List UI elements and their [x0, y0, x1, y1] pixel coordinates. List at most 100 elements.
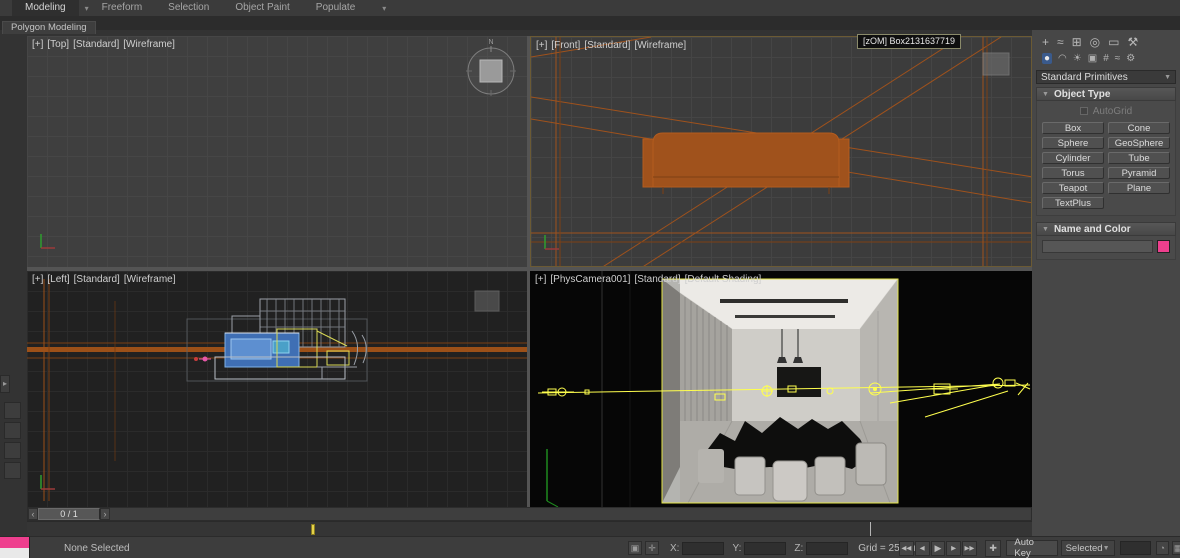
sphere-button[interactable]: Sphere: [1042, 137, 1104, 149]
go-to-start-icon[interactable]: ◀◀: [899, 541, 914, 556]
macro-recorder-line[interactable]: [0, 537, 30, 548]
auto-key-button[interactable]: Auto Key: [1006, 540, 1057, 556]
polygon-modeling-panel-tab[interactable]: Polygon Modeling: [2, 21, 96, 34]
viewport-menu-button[interactable]: [+]: [535, 274, 546, 285]
viewport-menu-button[interactable]: [+]: [536, 40, 547, 51]
ribbon-tab-selection[interactable]: Selection: [155, 0, 222, 16]
helpers-category-icon[interactable]: #: [1103, 53, 1109, 64]
display-tab-icon[interactable]: ▭: [1108, 35, 1119, 49]
ribbon-minimize-icon[interactable]: ▾: [382, 4, 386, 13]
viewport-front[interactable]: [+] [Front] [Standard] [Wireframe]: [530, 36, 1032, 267]
viewport-pov-label[interactable]: [Front]: [551, 40, 580, 51]
absolute-offset-toggle-icon[interactable]: ✛: [645, 541, 659, 555]
ribbon-tab-populate[interactable]: Populate: [303, 0, 368, 16]
systems-category-icon[interactable]: ⚙: [1126, 53, 1135, 64]
listener-line[interactable]: [0, 548, 30, 558]
viewcube[interactable]: [983, 53, 1009, 75]
geometry-category-icon[interactable]: ●: [1042, 53, 1052, 64]
viewport-top[interactable]: [+] [Top] [Standard] [Wireframe] N: [27, 36, 527, 267]
viewport-shading-label[interactable]: [Wireframe]: [634, 40, 686, 51]
track-bar[interactable]: [27, 521, 1032, 536]
viewport-shading-label[interactable]: [Wireframe]: [123, 39, 175, 50]
ribbon-tab-object-paint[interactable]: Object Paint: [222, 0, 302, 16]
torus-button[interactable]: Torus: [1042, 167, 1104, 179]
time-slider[interactable]: ‹ 0 / 1 ›: [27, 507, 1032, 521]
lights-category-icon[interactable]: ☀: [1073, 53, 1082, 64]
motion-tab-icon[interactable]: ◎: [1090, 35, 1100, 49]
viewport-layout-tab-4[interactable]: [4, 462, 21, 479]
maxscript-mini-listener[interactable]: [0, 537, 30, 558]
viewport-camera[interactable]: [+] [PhysCamera001] [Standard] [Default …: [530, 271, 1032, 507]
object-type-rollout-header[interactable]: ▼ Object Type: [1036, 87, 1176, 101]
viewport-menu-button[interactable]: [+]: [32, 274, 43, 285]
viewport-style-label[interactable]: [Standard]: [634, 274, 680, 285]
viewport-layout-tab-1[interactable]: [4, 402, 21, 419]
viewport-left[interactable]: [+] [Left] [Standard] [Wireframe]: [27, 271, 527, 507]
object-color-swatch[interactable]: [1157, 240, 1170, 253]
viewport-label: [+] [PhysCamera001] [Standard] [Default …: [535, 274, 761, 285]
name-color-rollout-header[interactable]: ▼ Name and Color: [1036, 222, 1176, 236]
viewport-shading-label[interactable]: [Default Shading]: [685, 274, 762, 285]
grid-toggle-icon[interactable]: ▦: [1172, 541, 1180, 555]
selection-lock-icon[interactable]: ▣: [628, 541, 642, 555]
ribbon-tab-freeform[interactable]: Freeform: [89, 0, 156, 16]
cylinder-button[interactable]: Cylinder: [1042, 152, 1104, 164]
viewport-style-label[interactable]: [Standard]: [73, 39, 119, 50]
coord-z-label: Z:: [794, 543, 803, 554]
primitives-dropdown[interactable]: Standard Primitives ▼: [1036, 70, 1176, 84]
gizmo-markers[interactable]: [194, 357, 211, 362]
next-frame-icon[interactable]: ▶: [946, 541, 961, 556]
sofa-wireframe[interactable]: [643, 133, 849, 194]
coord-z-input[interactable]: [806, 542, 848, 555]
viewport-pov-label[interactable]: [Top]: [47, 39, 69, 50]
spacewarps-category-icon[interactable]: ≈: [1115, 53, 1121, 64]
left-toolbar-strip: ▸: [0, 30, 27, 507]
hierarchy-tab-icon[interactable]: ⊞: [1072, 35, 1082, 49]
set-key-icon[interactable]: ✚: [985, 540, 1002, 557]
shapes-category-icon[interactable]: ◠: [1058, 53, 1067, 64]
play-icon[interactable]: ▶: [931, 541, 946, 556]
panel-expand-arrow-icon[interactable]: ▸: [0, 375, 10, 393]
utilities-tab-icon[interactable]: ⚒: [1128, 35, 1139, 49]
object-name-input[interactable]: [1042, 240, 1153, 253]
ribbon-tab-modeling[interactable]: Modeling: [12, 0, 79, 16]
plane-button[interactable]: Plane: [1108, 182, 1170, 194]
viewport-layout-tab-2[interactable]: [4, 422, 21, 439]
viewport-style-label[interactable]: [Standard]: [584, 40, 630, 51]
tube-button[interactable]: Tube: [1108, 152, 1170, 164]
geosphere-button[interactable]: GeoSphere: [1108, 137, 1170, 149]
viewcube[interactable]: [475, 291, 499, 311]
viewcube[interactable]: N: [466, 39, 516, 96]
go-to-end-icon[interactable]: ▶▶: [962, 541, 977, 556]
viewport-pov-label[interactable]: [PhysCamera001]: [550, 274, 630, 285]
viewport-shading-label[interactable]: [Wireframe]: [124, 274, 176, 285]
cone-button[interactable]: Cone: [1108, 122, 1170, 134]
pyramid-button[interactable]: Pyramid: [1108, 167, 1170, 179]
furniture-wireframe[interactable]: [187, 299, 367, 381]
scene-wireframe-orange: [27, 279, 527, 501]
time-configuration-icon[interactable]: ◔: [1156, 541, 1169, 555]
time-slider-prev-icon[interactable]: ‹: [28, 508, 38, 520]
time-slider-next-icon[interactable]: ›: [100, 508, 110, 520]
modify-tab-icon[interactable]: ≈: [1057, 35, 1064, 49]
coord-y-input[interactable]: [744, 542, 786, 555]
viewport-menu-button[interactable]: [+]: [32, 39, 43, 50]
previous-frame-icon[interactable]: ◀: [915, 541, 930, 556]
viewport-pov-label[interactable]: [Left]: [47, 274, 69, 285]
time-slider-handle[interactable]: 0 / 1: [38, 508, 100, 520]
cameras-category-icon[interactable]: ▣: [1088, 53, 1097, 64]
autogrid-row[interactable]: AutoGrid: [1042, 105, 1170, 117]
set-key-filter-dropdown[interactable]: Selected ▼: [1061, 540, 1115, 556]
create-tab-icon[interactable]: +: [1042, 35, 1049, 49]
teapot-button[interactable]: Teapot: [1042, 182, 1104, 194]
svg-text:N: N: [488, 39, 493, 46]
coord-x-input[interactable]: [682, 542, 724, 555]
textplus-button[interactable]: TextPlus: [1042, 197, 1104, 209]
current-frame-input[interactable]: [1120, 541, 1151, 555]
coord-y-label: Y:: [732, 543, 741, 554]
viewport-style-label[interactable]: [Standard]: [74, 274, 120, 285]
box-button[interactable]: Box: [1042, 122, 1104, 134]
keyframe-marker[interactable]: [311, 524, 315, 535]
viewport-layout-tab-3[interactable]: [4, 442, 21, 459]
autogrid-checkbox[interactable]: [1080, 107, 1088, 115]
